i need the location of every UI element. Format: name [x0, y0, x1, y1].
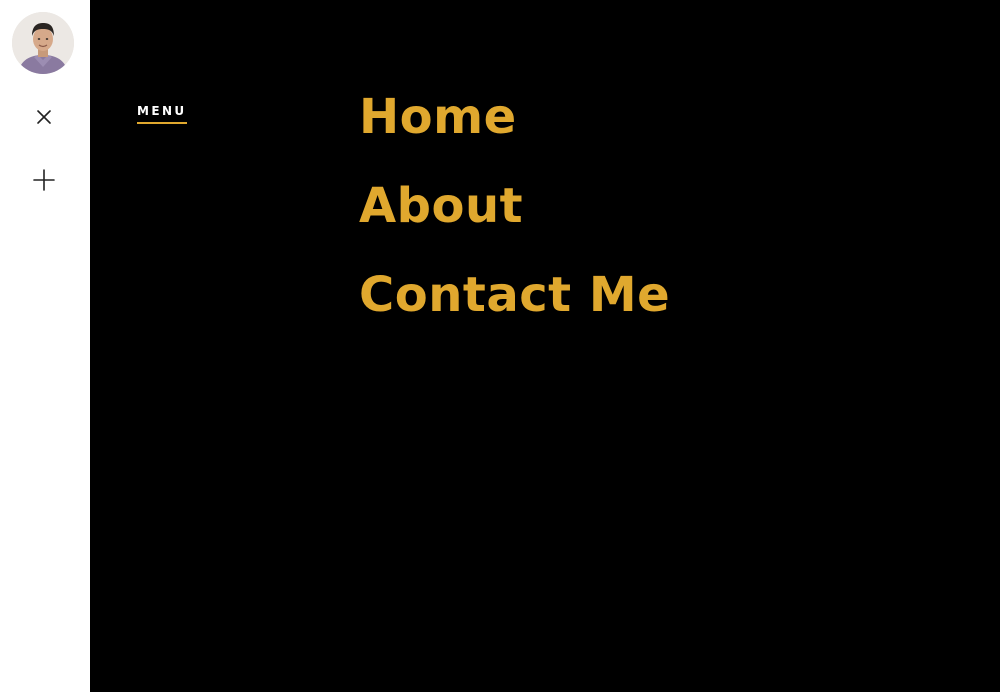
menu-label: MENU	[137, 104, 187, 124]
plus-icon[interactable]	[29, 165, 59, 195]
nav-link-contact[interactable]: Contact Me	[359, 262, 670, 328]
sidebar	[0, 0, 90, 700]
avatar-image	[12, 12, 74, 74]
main-nav: Home About Contact Me	[359, 84, 670, 351]
close-icon[interactable]	[29, 102, 59, 132]
nav-item-contact: Contact Me	[359, 262, 670, 351]
avatar[interactable]	[12, 12, 74, 74]
menu-overlay: MENU Home About Contact Me	[90, 0, 1000, 692]
nav-link-home[interactable]: Home	[359, 84, 517, 150]
nav-item-home: Home	[359, 84, 670, 173]
nav-link-about[interactable]: About	[359, 173, 523, 239]
nav-item-about: About	[359, 173, 670, 262]
